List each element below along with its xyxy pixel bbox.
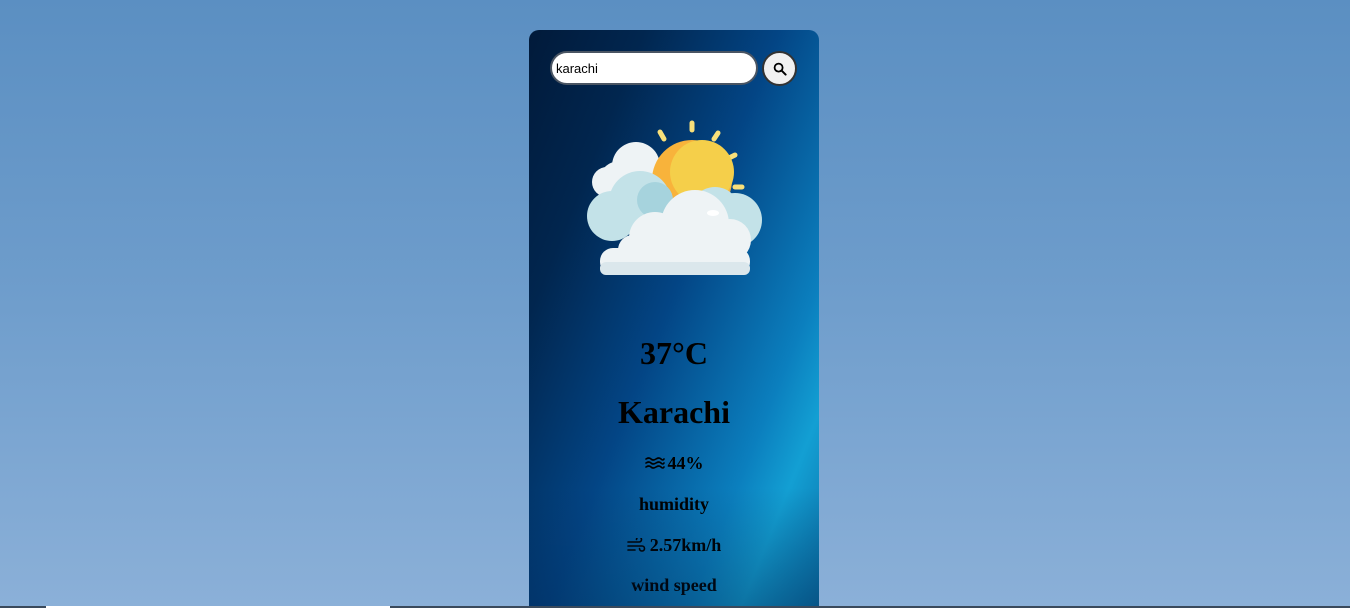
partly-cloudy-sun-icon xyxy=(587,120,762,275)
wind-value: 2.57km/h xyxy=(649,535,722,555)
search-input[interactable] xyxy=(550,51,758,85)
humidity-value: 44% xyxy=(667,453,704,473)
search-button[interactable] xyxy=(762,51,797,86)
weather-card: 37°C Karachi 44% humidity 2.57km/h wind … xyxy=(529,30,819,608)
wind-icon xyxy=(626,538,646,552)
wind-row: 2.57km/h xyxy=(529,534,819,556)
humidity-row: 44% xyxy=(529,452,819,474)
humidity-label: humidity xyxy=(638,494,710,514)
city-name: Karachi xyxy=(618,394,730,430)
wind-label: wind speed xyxy=(631,575,717,595)
temperature: 37°C xyxy=(640,335,708,371)
humidity-waves-icon xyxy=(644,457,665,469)
search-icon xyxy=(773,62,787,76)
